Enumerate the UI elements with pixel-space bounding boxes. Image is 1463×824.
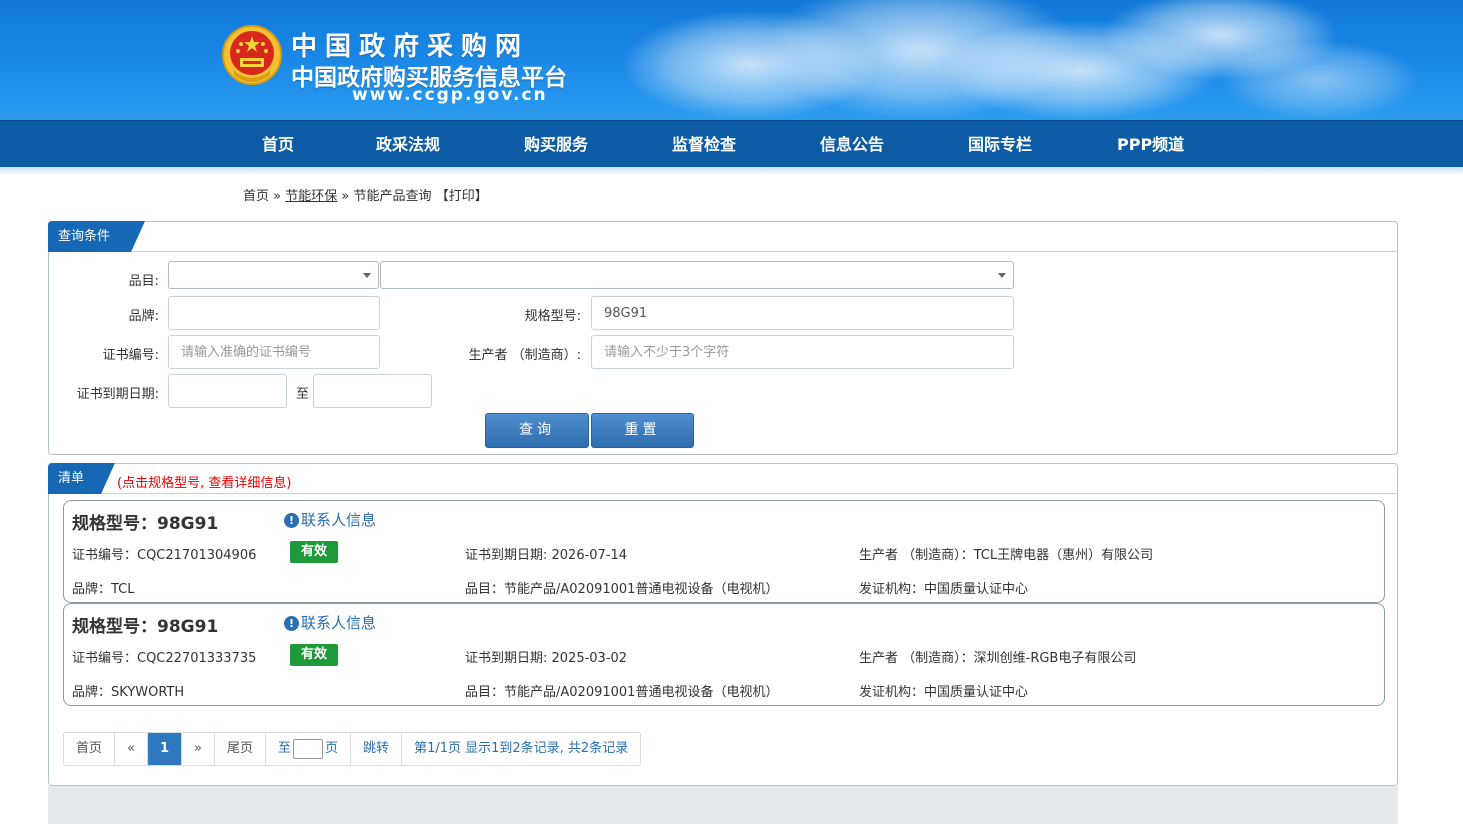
cert-expiry: 证书到期日期: 2026-07-14 [465, 548, 628, 563]
cert-label: 证书编号: [102, 348, 159, 363]
info-icon: ! [284, 513, 299, 528]
model-title-link[interactable]: 规格型号：98G91 [72, 509, 218, 534]
maker-input[interactable] [591, 335, 1014, 369]
cert-number-input[interactable] [168, 335, 380, 369]
expiry-end-input[interactable] [313, 374, 432, 408]
pagination-current-page[interactable]: 1 [147, 733, 183, 765]
breadcrumb-separator: » [273, 189, 282, 204]
maker: 生产者 （制造商）：TCL王牌电器（惠州）有限公司 [859, 548, 1154, 563]
print-link[interactable]: 【打印】 [436, 189, 488, 204]
breadcrumb: 首页 » 节能环保 » 节能产品查询 【打印】 [243, 185, 488, 204]
site-url: www.ccgp.gov.cn [352, 85, 548, 105]
maker: 生产者 （制造商）：深圳创维-RGB电子有限公司 [859, 651, 1137, 666]
breadcrumb-current: 节能产品查询 [353, 189, 432, 204]
pagination-jump-button[interactable]: 跳转 [351, 733, 403, 765]
to-label: 至 [295, 387, 309, 402]
footer-band [48, 786, 1398, 824]
breadcrumb-separator: » [341, 189, 350, 204]
pagination-first[interactable]: 首页 [64, 733, 116, 765]
model-label: 规格型号: [524, 309, 581, 324]
expiry-start-input[interactable] [168, 374, 287, 408]
category-select-secondary[interactable] [380, 261, 1014, 289]
query-panel-header: 查询条件 [49, 222, 1397, 252]
cert-expiry: 证书到期日期: 2025-03-02 [465, 651, 628, 666]
brand-input[interactable] [168, 296, 380, 330]
query-panel-title: 查询条件 [48, 221, 145, 252]
list-panel-header: 清单 (点击规格型号, 查看详细信息) [49, 464, 1397, 494]
chevron-down-icon [363, 273, 371, 278]
nav-shadow [0, 167, 1463, 175]
cert-number: 证书编号：CQC21701304906 [72, 548, 257, 563]
nav-item-purchase-services[interactable]: 购买服务 [524, 121, 588, 168]
main-nav: 首页 政采法规 购买服务 监督检查 信息公告 国际专栏 PPP频道 [0, 120, 1463, 167]
goto-prefix: 至 [278, 741, 292, 756]
status-badge: 有效 [290, 644, 338, 666]
pagination-goto: 至页 [266, 733, 352, 765]
contact-info-link[interactable]: ! 联系人信息 [284, 612, 376, 633]
breadcrumb-home[interactable]: 首页 [243, 189, 269, 204]
list-panel-title: 清单 [48, 463, 115, 494]
cert-number: 证书编号：CQC22701333735 [72, 651, 257, 666]
status-badge: 有效 [290, 541, 338, 563]
goto-page-input[interactable] [293, 738, 324, 759]
contact-info-label: 联系人信息 [301, 511, 377, 529]
list-hint: (点击规格型号, 查看详细信息) [117, 476, 292, 491]
reset-button[interactable]: 重置 [591, 413, 694, 448]
category-label: 品目: [128, 274, 159, 289]
header-banner: 中国政府采购网 中国政府购买服务信息平台 www.ccgp.gov.cn [0, 0, 1463, 120]
nav-item-announcements[interactable]: 信息公告 [820, 121, 884, 168]
info-icon: ! [284, 616, 299, 631]
expiry-label: 证书到期日期: [76, 387, 159, 402]
brand: 品牌：TCL [72, 582, 135, 597]
result-list-panel: 清单 (点击规格型号, 查看详细信息) 规格型号：98G91 ! 联系人信息 证书… [48, 463, 1398, 786]
goto-suffix: 页 [325, 741, 339, 756]
issuer: 发证机构：中国质量认证中心 [859, 582, 1029, 597]
nav-item-ppp[interactable]: PPP频道 [1117, 121, 1184, 168]
pagination-summary: 第1/1页 显示1到2条记录, 共2条记录 [414, 741, 629, 756]
result-card: 规格型号：98G91 ! 联系人信息 证书编号：CQC21701304906 有效… [63, 500, 1385, 603]
pagination: 首页 « 1 » 尾页 至页 跳转 第1/1页 显示1到2条记录, 共2条记录 [63, 732, 642, 766]
maker-label: 生产者 （制造商）: [468, 348, 581, 363]
model-title-link[interactable]: 规格型号：98G91 [72, 612, 218, 637]
cloud-decoration [1220, 40, 1420, 120]
national-emblem-icon [222, 25, 282, 85]
breadcrumb-section[interactable]: 节能环保 [285, 189, 337, 204]
contact-info-label: 联系人信息 [301, 614, 377, 632]
nav-item-regulations[interactable]: 政采法规 [376, 121, 440, 168]
category-select-primary[interactable] [168, 261, 379, 289]
pagination-last[interactable]: 尾页 [215, 733, 267, 765]
issuer: 发证机构：中国质量认证中心 [859, 685, 1029, 700]
category: 品目：节能产品/A02091001普通电视设备（电视机） [465, 582, 779, 597]
brand: 品牌：SKYWORTH [72, 685, 185, 700]
category: 品目：节能产品/A02091001普通电视设备（电视机） [465, 685, 779, 700]
contact-info-link[interactable]: ! 联系人信息 [284, 509, 376, 530]
result-card: 规格型号：98G91 ! 联系人信息 证书编号：CQC22701333735 有效… [63, 603, 1385, 706]
model-input[interactable] [591, 296, 1014, 330]
brand-label: 品牌: [128, 309, 159, 324]
nav-item-supervision[interactable]: 监督检查 [672, 121, 736, 168]
query-panel: 查询条件 品目: 品牌: 规格型号: 证书编号: 生产者 （制造商）: 证书到期… [48, 221, 1398, 455]
chevron-down-icon [998, 273, 1006, 278]
nav-item-home[interactable]: 首页 [262, 121, 294, 168]
nav-item-international[interactable]: 国际专栏 [968, 121, 1032, 168]
search-button[interactable]: 查询 [485, 413, 589, 448]
pagination-prev[interactable]: « [115, 733, 148, 765]
pagination-next[interactable]: » [182, 733, 215, 765]
